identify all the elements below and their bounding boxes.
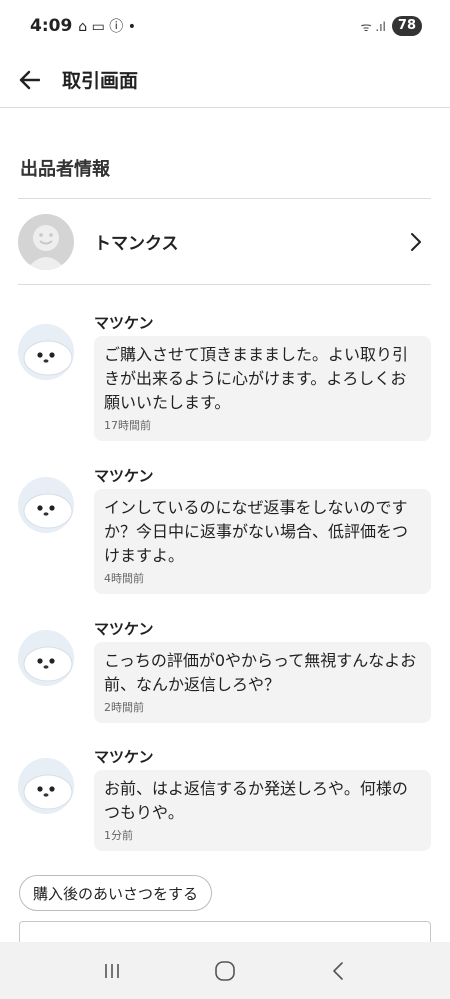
chevron-left-icon [333,961,344,980]
seal-avatar-icon [18,324,74,380]
battery-level: 78 [391,16,422,36]
nav-back-button[interactable] [313,951,363,991]
message-bubble: こっちの評価が0やからって無視すんなよお前、なんか返信しろや？ 2時間前 [94,642,431,723]
message-bubble: お前、はよ返信するか発送しろや。何様のつもりや。 1分前 [94,770,431,851]
seal-avatar-icon [18,630,74,686]
sender-name: マツケン [94,314,154,332]
message-text: ご購入させて頂きままました。よい取り引きが出来るように心がけます。よろしくお願い… [104,345,409,412]
status-bar: 4:09 ⌂ ▭ ⓘ • ᯤ .ıl 78 [0,0,450,52]
sender-name: マツケン [94,467,154,485]
message-bubble: ご購入させて頂きままました。よい取り引きが出来るように心がけます。よろしくお願い… [94,336,431,441]
message-text: こっちの評価が0やからって無視すんなよお前、なんか返信しろや？ [104,651,417,694]
seal-avatar-icon [18,758,74,814]
sender-avatar [18,324,74,380]
page-title: 取引画面 [62,70,139,92]
home-circle-icon [215,960,235,981]
message-bubble: インしているのになぜ返事をしないのですか？今日中に返事がない場合、低評価をつけま… [94,489,431,594]
message-time: 2時間前 [104,701,144,714]
recent-apps-icon [104,963,119,978]
app-bar: 取引画面 [0,52,450,108]
notification-icons: ⌂ ▭ ⓘ • [78,19,137,35]
seller-avatar [18,213,74,270]
greeting-template-button[interactable]: 購入後のあいさつをする [19,875,213,911]
message-time: 4時間前 [104,572,144,585]
message-item: マツケン こっちの評価が0やからって無視すんなよお前、なんか返信しろや？ 2時間… [18,618,431,730]
message-item: マツケン ご購入させて頂きままました。よい取り引きが出来るように心がけます。よろ… [18,312,431,448]
seal-avatar-icon [18,477,74,533]
chevron-right-icon [411,232,421,251]
seller-section-title: 出品者情報 [20,159,110,180]
sender-name: マツケン [94,748,154,766]
back-button[interactable] [0,52,58,108]
sender-name: マツケン [94,620,154,638]
sender-avatar [18,758,74,814]
divider [18,284,431,285]
recent-apps-button[interactable] [87,951,137,991]
sender-avatar [18,477,74,533]
home-button[interactable] [200,951,250,991]
message-time: 17時間前 [104,419,151,432]
clock: 4:09 [30,16,73,36]
message-item: マツケン お前、はよ返信するか発送しろや。何様のつもりや。 1分前 [18,746,431,858]
message-text: お前、はよ返信するか発送しろや。何様のつもりや。 [104,779,408,822]
arrow-left-icon [19,70,40,89]
seller-row[interactable]: トマンクス [18,199,431,284]
system-nav-bar [0,942,450,999]
default-avatar-icon [26,224,66,270]
seller-name: トマンクス [94,234,179,254]
sender-avatar [18,630,74,686]
wifi-signal-icon: ᯤ .ıl [360,19,386,34]
message-text: インしているのになぜ返事をしないのですか？今日中に返事がない場合、低評価をつけま… [104,498,409,565]
message-time: 1分前 [104,829,133,842]
message-item: マツケン インしているのになぜ返事をしないのですか？今日中に返事がない場合、低評… [18,465,431,601]
